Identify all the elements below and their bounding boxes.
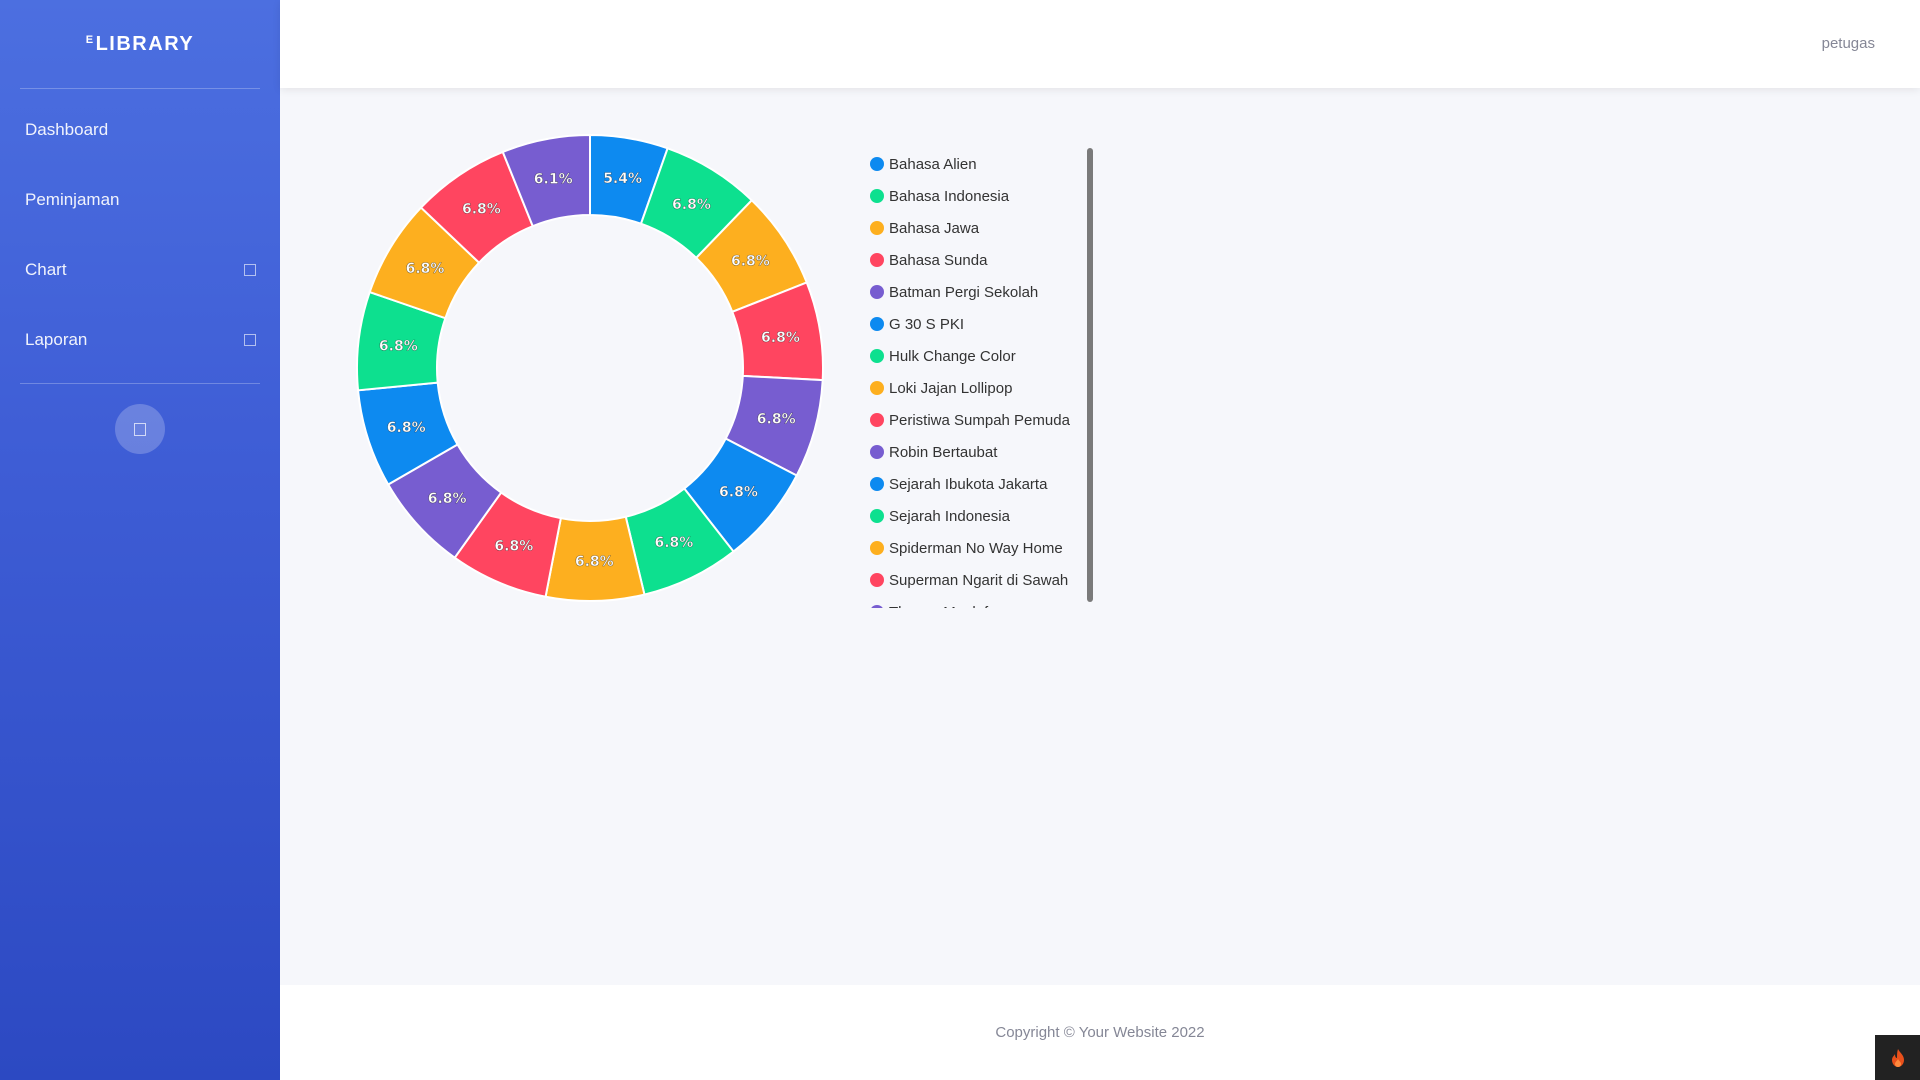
- legend-label: Bahasa Indonesia: [889, 187, 1010, 205]
- legend-item[interactable]: Bahasa Alien: [870, 148, 1095, 180]
- user-menu[interactable]: petugas: [1822, 35, 1875, 52]
- legend-item[interactable]: Bahasa Sunda: [870, 244, 1095, 276]
- slice-label: 6.8%: [672, 197, 711, 213]
- sidebar-item-label: Peminjaman: [25, 190, 120, 209]
- legend-marker: [870, 477, 884, 491]
- main-content: 5.4% 6.8% 6.8% 6.8% 6.8% 6.8% 6.8% 6.8% 6.8% 6.8%…: [280, 88, 1920, 985]
- slice-label: 6.8%: [761, 330, 800, 346]
- legend-label: Peristiwa Sumpah Pemuda: [889, 411, 1070, 429]
- sidebar: E LIBRARY Dashboard Peminjaman Chart Lapo…: [0, 0, 280, 1080]
- brand-sup: E: [85, 34, 95, 46]
- legend-label: Sejarah Ibukota Jakarta: [889, 475, 1048, 493]
- legend-marker: [870, 157, 884, 171]
- legend-label: Sejarah Indonesia: [889, 507, 1010, 525]
- sidebar-item-label: Chart: [25, 260, 67, 279]
- footer-copyright: Copyright © Your Website 2022: [995, 1024, 1205, 1041]
- slice-label: 6.8%: [379, 338, 418, 354]
- slice-label: 6.8%: [757, 412, 796, 428]
- topbar: petugas: [280, 0, 1920, 88]
- legend-item[interactable]: Hulk Change Color: [870, 340, 1095, 372]
- footer: Copyright © Your Website 2022: [280, 985, 1920, 1080]
- sidebar-divider: [20, 383, 260, 384]
- legend-marker: [870, 445, 884, 459]
- slice-label: 5.4%: [603, 171, 642, 187]
- legend-label: Thanos Mualaf: [889, 604, 988, 609]
- legend-marker: [870, 573, 884, 587]
- legend-item[interactable]: Thanos Mualaf: [870, 596, 1095, 608]
- legend-marker: [870, 509, 884, 523]
- slice-label: 6.8%: [462, 201, 501, 217]
- legend-item[interactable]: Spiderman No Way Home: [870, 532, 1095, 564]
- legend-label: Loki Jajan Lollipop: [889, 379, 1013, 397]
- legend-marker: [870, 541, 884, 555]
- slice-label: 6.8%: [719, 484, 758, 500]
- legend-marker: [870, 381, 884, 395]
- sidebar-item-dashboard[interactable]: Dashboard: [0, 95, 280, 165]
- legend-marker: [870, 285, 884, 299]
- brand-text: LIBRARY: [95, 32, 195, 55]
- legend-item[interactable]: Peristiwa Sumpah Pemuda: [870, 404, 1095, 436]
- sidebar-item-label: Dashboard: [25, 120, 109, 139]
- sidebar-item-peminjaman[interactable]: Peminjaman: [0, 165, 280, 235]
- legend-label: Batman Pergi Sekolah: [889, 283, 1039, 301]
- legend-marker: [870, 349, 884, 363]
- legend-label: Bahasa Jawa: [889, 219, 980, 237]
- sidebar-toggle-icon: [134, 422, 146, 436]
- legend-label: Bahasa Alien: [889, 155, 977, 173]
- slice-label: 6.1%: [534, 172, 573, 188]
- legend-item[interactable]: Bahasa Indonesia: [870, 180, 1095, 212]
- legend-label: Robin Bertaubat: [889, 443, 998, 461]
- legend-item[interactable]: Superman Ngarit di Sawah: [870, 564, 1095, 596]
- slice-label: 6.8%: [406, 261, 445, 277]
- legend-marker: [870, 221, 884, 235]
- slice-label: 6.8%: [731, 254, 770, 270]
- legend-list: Bahasa Alien Bahasa Indonesia Bahasa Jawa B…: [870, 148, 1095, 608]
- slice-label: 6.8%: [428, 491, 467, 507]
- donut-chart: 5.4% 6.8% 6.8% 6.8% 6.8% 6.8% 6.8% 6.8% 6.8% 6.8%…: [356, 133, 824, 602]
- chevron-right-icon: [244, 334, 256, 346]
- slice-label: 6.8%: [654, 535, 693, 551]
- legend-marker: [870, 189, 884, 203]
- slice-label: 6.8%: [575, 554, 614, 570]
- legend-item[interactable]: Sejarah Indonesia: [870, 500, 1095, 532]
- legend-marker: [870, 413, 884, 427]
- legend-scrollbar[interactable]: [1087, 148, 1093, 602]
- legend-label: Hulk Change Color: [889, 347, 1016, 365]
- legend-item[interactable]: Loki Jajan Lollipop: [870, 372, 1095, 404]
- sidebar-item-laporan[interactable]: Laporan: [0, 305, 280, 375]
- legend-item[interactable]: Bahasa Jawa: [870, 212, 1095, 244]
- slice-label: 6.8%: [494, 538, 533, 554]
- slice-label: 6.8%: [387, 420, 426, 436]
- legend-item[interactable]: Batman Pergi Sekolah: [870, 276, 1095, 308]
- legend-item[interactable]: Robin Bertaubat: [870, 436, 1095, 468]
- legend-item[interactable]: Sejarah Ibukota Jakarta: [870, 468, 1095, 500]
- chevron-right-icon: [244, 264, 256, 276]
- legend-label: G 30 S PKI: [889, 315, 965, 333]
- legend-label: Spiderman No Way Home: [889, 539, 1063, 557]
- sidebar-item-chart[interactable]: Chart: [0, 235, 280, 305]
- legend-marker: [870, 253, 884, 267]
- legend-marker: [870, 317, 884, 331]
- sidebar-item-label: Laporan: [25, 330, 88, 349]
- brand-logo[interactable]: E LIBRARY: [0, 0, 280, 88]
- legend-label: Bahasa Sunda: [889, 251, 988, 269]
- legend-label: Superman Ngarit di Sawah: [889, 571, 1069, 589]
- legend-marker: [870, 605, 884, 608]
- chart-legend: Bahasa Alien Bahasa Indonesia Bahasa Jawa B…: [870, 148, 1095, 608]
- flame-icon[interactable]: [1875, 1035, 1920, 1080]
- sidebar-toggle-button[interactable]: [115, 404, 165, 454]
- legend-item[interactable]: G 30 S PKI: [870, 308, 1095, 340]
